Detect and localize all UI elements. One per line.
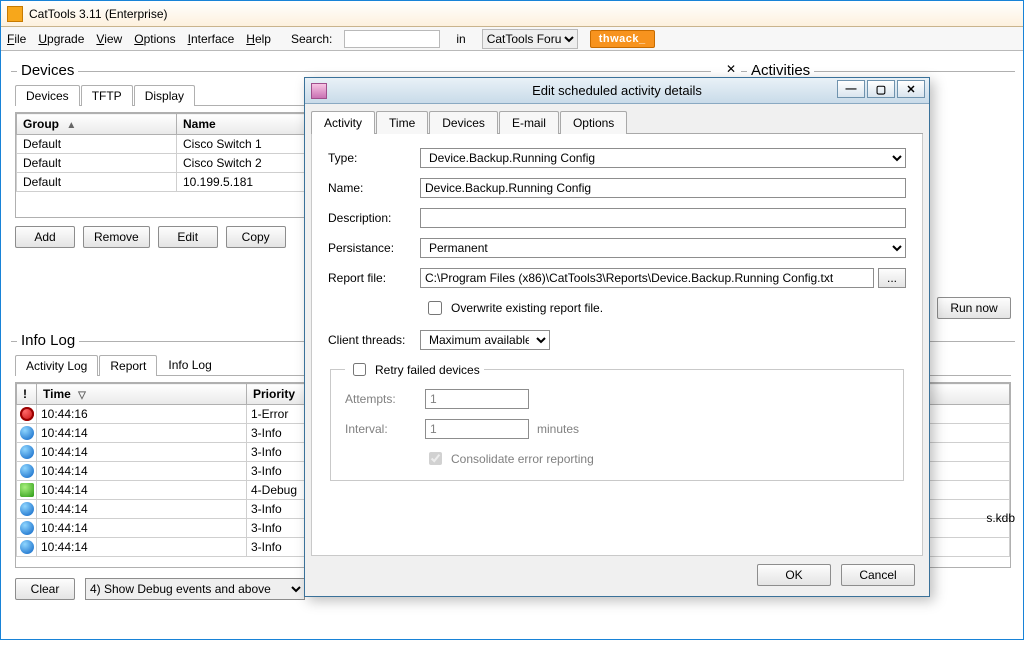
menu-view[interactable]: View	[96, 32, 122, 46]
main-titlebar: CatTools 3.11 (Enterprise)	[1, 1, 1023, 27]
dialog-tabs: Activity Time Devices E-mail Options	[311, 110, 923, 134]
menubar: File Upgrade View Options Interface Help…	[1, 27, 1023, 51]
attempts-input[interactable]	[425, 389, 529, 409]
label-description: Description:	[328, 211, 420, 225]
maximize-icon[interactable]: ▢	[867, 80, 895, 98]
sort-desc-icon: ▽	[78, 390, 86, 401]
dialog-titlebar[interactable]: Edit scheduled activity details — ▢ ✕	[305, 78, 929, 104]
menu-upgrade[interactable]: Upgrade	[38, 32, 84, 46]
tab-display[interactable]: Display	[134, 85, 195, 106]
peek-kdb-text: s.kdb	[986, 511, 1015, 525]
info-icon	[20, 464, 34, 478]
dialog-panel: Type: Device.Backup.Running Config Name:…	[311, 134, 923, 556]
tab-time[interactable]: Time	[376, 111, 428, 134]
debug-icon	[20, 483, 34, 497]
search-input[interactable]	[344, 30, 440, 48]
persistance-select[interactable]: Permanent	[420, 238, 906, 258]
ok-button[interactable]: OK	[757, 564, 831, 586]
app-title: CatTools 3.11 (Enterprise)	[29, 7, 168, 21]
label-reportfile: Report file:	[328, 271, 420, 285]
minimize-icon[interactable]: —	[837, 80, 865, 98]
label-client-threads: Client threads:	[328, 333, 420, 347]
name-input[interactable]	[420, 178, 906, 198]
info-icon	[20, 540, 34, 554]
label-interval: Interval:	[345, 422, 425, 436]
edit-button[interactable]: Edit	[158, 226, 218, 248]
forum-select[interactable]: CatTools Forum	[482, 29, 578, 49]
menu-help[interactable]: Help	[246, 32, 271, 46]
cancel-button[interactable]: Cancel	[841, 564, 915, 586]
retry-legend-label: Retry failed devices	[375, 363, 480, 377]
tab-email[interactable]: E-mail	[499, 111, 559, 134]
search-label: Search:	[291, 32, 332, 46]
tab-report[interactable]: Report	[99, 355, 157, 376]
label-type: Type:	[328, 151, 420, 165]
minutes-label: minutes	[537, 422, 579, 436]
edit-activity-dialog: Edit scheduled activity details — ▢ ✕ Ac…	[304, 77, 930, 597]
col-bang[interactable]: !	[17, 384, 37, 405]
type-select[interactable]: Device.Backup.Running Config	[420, 148, 906, 168]
tab-options[interactable]: Options	[560, 111, 627, 134]
tab-info-log[interactable]: Info Log	[158, 355, 221, 376]
info-icon	[20, 521, 34, 535]
menu-options[interactable]: Options	[134, 32, 175, 46]
tab-tftp[interactable]: TFTP	[81, 85, 133, 106]
reportfile-input[interactable]	[420, 268, 874, 288]
col-time-label: Time	[43, 387, 71, 401]
infolog-legend: Info Log	[17, 332, 79, 349]
tab-activity[interactable]: Activity	[311, 111, 375, 134]
dialog-title: Edit scheduled activity details	[305, 83, 929, 98]
col-group[interactable]: Group ▲	[17, 114, 177, 135]
remove-button[interactable]: Remove	[83, 226, 150, 248]
dialog-body: Activity Time Devices E-mail Options Typ…	[311, 110, 923, 556]
browse-button[interactable]: ...	[878, 268, 906, 288]
copy-button[interactable]: Copy	[226, 226, 286, 248]
tab-devices-dlg[interactable]: Devices	[429, 111, 498, 134]
in-label: in	[456, 32, 465, 46]
info-icon	[20, 502, 34, 516]
consolidate-label: Consolidate error reporting	[451, 452, 594, 466]
col-time[interactable]: Time ▽	[37, 384, 247, 405]
client-threads-select[interactable]: Maximum available	[420, 330, 550, 350]
menu-file[interactable]: File	[7, 32, 26, 46]
overwrite-label: Overwrite existing report file.	[451, 301, 603, 315]
close-icon[interactable]: ✕	[897, 80, 925, 98]
sort-asc-icon: ▲	[66, 120, 76, 131]
interval-input[interactable]	[425, 419, 529, 439]
run-now-button[interactable]: Run now	[937, 297, 1011, 319]
consolidate-checkbox[interactable]	[429, 452, 442, 465]
thwack-button[interactable]: thwack_	[590, 30, 655, 48]
info-icon	[20, 426, 34, 440]
label-attempts: Attempts:	[345, 392, 425, 406]
clear-button[interactable]: Clear	[15, 578, 75, 600]
info-icon	[20, 445, 34, 459]
devices-legend: Devices	[17, 62, 78, 79]
add-button[interactable]: Add	[15, 226, 75, 248]
retry-checkbox[interactable]	[353, 363, 366, 376]
tab-activity-log[interactable]: Activity Log	[15, 355, 98, 376]
dialog-icon	[311, 83, 327, 99]
error-icon	[20, 407, 34, 421]
menu-interface[interactable]: Interface	[188, 32, 235, 46]
col-group-label: Group	[23, 117, 59, 131]
panel-close-icon[interactable]: ✕	[723, 62, 739, 76]
label-persistance: Persistance:	[328, 241, 420, 255]
retry-fieldset: Retry failed devices Attempts: Interval:…	[330, 360, 904, 481]
description-input[interactable]	[420, 208, 906, 228]
tab-devices[interactable]: Devices	[15, 85, 80, 106]
app-icon	[7, 6, 23, 22]
label-name: Name:	[328, 181, 420, 195]
dialog-buttons: OK Cancel	[757, 564, 915, 586]
overwrite-checkbox[interactable]	[428, 301, 442, 315]
dialog-window-buttons: — ▢ ✕	[837, 80, 925, 98]
retry-legend[interactable]: Retry failed devices	[349, 360, 480, 379]
log-filter-select[interactable]: 4) Show Debug events and above	[85, 578, 305, 600]
